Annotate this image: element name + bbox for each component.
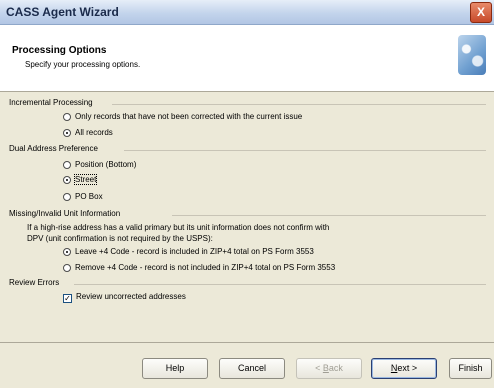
dual-address-group-title: Dual Address Preference	[9, 144, 98, 153]
missing-unit-group-title: Missing/Invalid Unit Information	[9, 209, 121, 218]
radio-all-records[interactable]: All records	[63, 128, 113, 137]
radio-button[interactable]	[63, 193, 71, 201]
radio-label: Only records that have not been correcte…	[75, 112, 303, 121]
dual-address-divider	[124, 150, 486, 151]
close-button[interactable]: X	[470, 2, 492, 23]
wizard-header: Processing Options Specify your processi…	[0, 25, 494, 92]
wizard-globe-icon	[458, 35, 486, 75]
cancel-button[interactable]: Cancel	[219, 358, 285, 379]
finish-button[interactable]: Finish	[449, 358, 492, 379]
checkbox[interactable]: ✓	[63, 294, 72, 303]
review-divider	[74, 284, 486, 285]
back-label-rest: ack	[328, 363, 343, 373]
radio-label: Street	[73, 174, 98, 185]
checkbox-review-uncorrected[interactable]: ✓ Review uncorrected addresses	[63, 292, 186, 303]
footer-divider	[0, 342, 494, 343]
radio-label: Leave +4 Code - record is included in ZI…	[75, 247, 314, 256]
page-title: Processing Options	[12, 45, 107, 56]
radio-only-uncorrected[interactable]: Only records that have not been correcte…	[63, 112, 302, 121]
incremental-divider	[112, 104, 486, 105]
back-button[interactable]: < Back	[296, 358, 362, 379]
back-prefix: <	[315, 363, 323, 373]
radio-button-selected[interactable]	[63, 129, 71, 137]
radio-button-selected[interactable]	[63, 176, 71, 184]
radio-label: Remove +4 Code - record is not included …	[75, 263, 336, 272]
radio-label: PO Box	[75, 192, 103, 201]
radio-label: Position (Bottom)	[75, 160, 137, 169]
radio-label: All records	[75, 128, 113, 137]
radio-po-box[interactable]: PO Box	[63, 192, 103, 201]
missing-unit-description: If a high-rise address has a valid prima…	[27, 223, 330, 232]
missing-unit-divider	[172, 215, 486, 216]
radio-button-selected[interactable]	[63, 248, 71, 256]
window-title: CASS Agent Wizard	[6, 5, 119, 19]
radio-street[interactable]: Street	[63, 174, 98, 185]
radio-button[interactable]	[63, 264, 71, 272]
title-bar[interactable]: CASS Agent Wizard X	[0, 0, 494, 25]
next-button[interactable]: Next >	[371, 358, 437, 379]
page-subtitle: Specify your processing options.	[25, 60, 141, 69]
close-icon: X	[476, 5, 485, 19]
radio-button[interactable]	[63, 113, 71, 121]
radio-button[interactable]	[63, 161, 71, 169]
next-label-rest: ext >	[397, 363, 418, 373]
incremental-group-title: Incremental Processing	[9, 98, 93, 107]
checkbox-label: Review uncorrected addresses	[76, 292, 186, 301]
help-button[interactable]: Help	[142, 358, 208, 379]
radio-remove-plus4[interactable]: Remove +4 Code - record is not included …	[63, 263, 335, 272]
review-group-title: Review Errors	[9, 278, 60, 287]
radio-position-bottom[interactable]: Position (Bottom)	[63, 160, 136, 169]
missing-unit-description-2: DPV (unit confirmation is not required b…	[27, 234, 213, 243]
radio-leave-plus4[interactable]: Leave +4 Code - record is included in ZI…	[63, 247, 314, 256]
